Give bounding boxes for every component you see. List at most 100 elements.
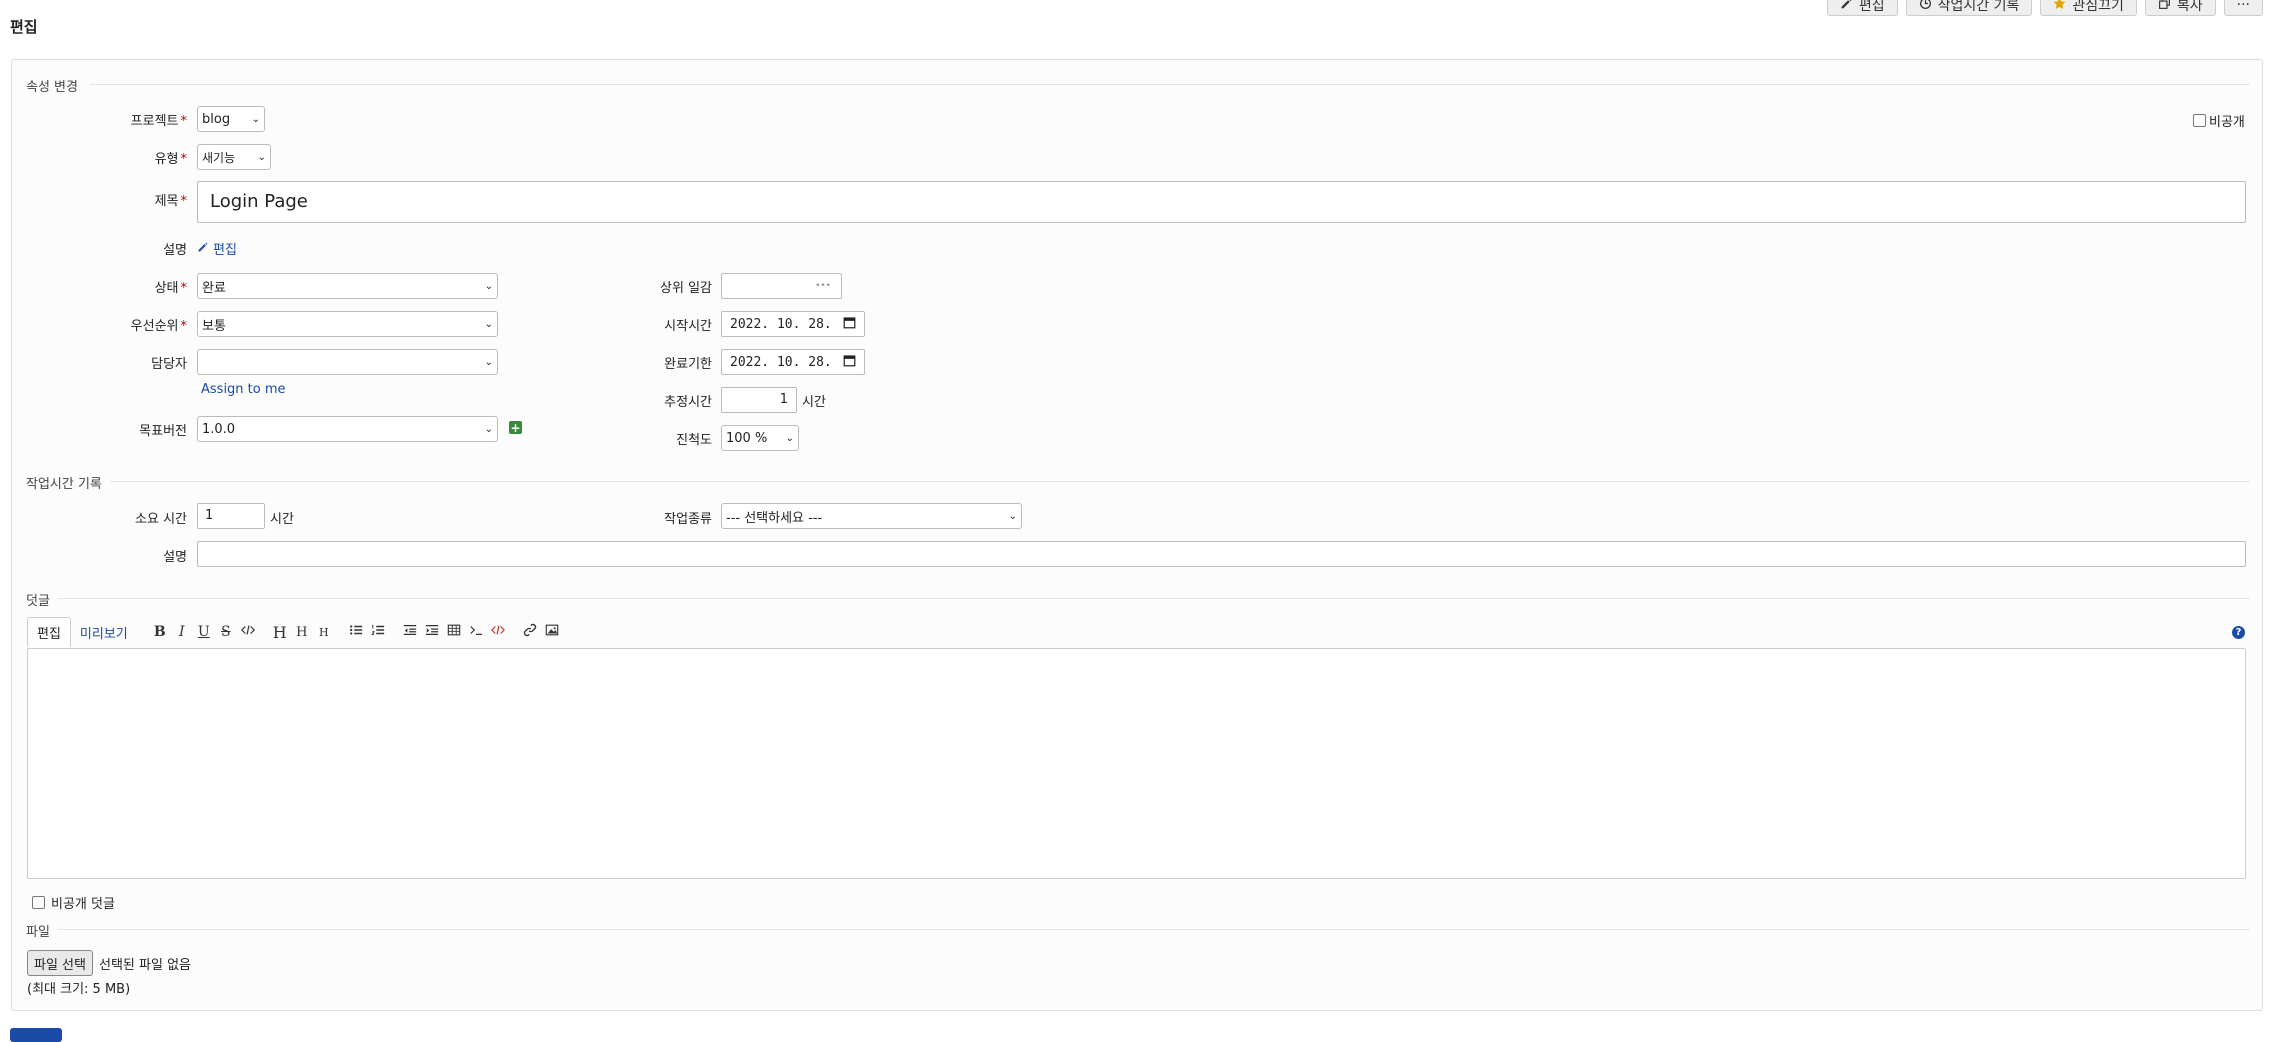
- start-date-input[interactable]: 2022. 10. 28.: [721, 311, 865, 337]
- strikethrough-button[interactable]: S: [215, 621, 237, 643]
- copy-icon: [2158, 0, 2171, 14]
- private-notes-toggle[interactable]: 비공개 덧글: [32, 893, 115, 912]
- description-label: 설명: [163, 243, 187, 258]
- max-size-text: (최대 크기: 5 MB): [27, 982, 131, 997]
- preformatted-button[interactable]: [465, 621, 487, 643]
- indent-icon: [425, 623, 439, 641]
- tab-edit[interactable]: 편집: [27, 617, 71, 647]
- inline-code-button[interactable]: [237, 621, 259, 643]
- terminal-icon: [469, 623, 483, 641]
- ordered-list-button[interactable]: [367, 621, 389, 643]
- estimated-time-unit: 시간: [802, 395, 826, 410]
- star-icon: [2053, 0, 2066, 14]
- estimated-time-label: 추정시간: [664, 395, 712, 410]
- spent-time-input[interactable]: 1: [197, 503, 265, 529]
- assign-to-me-link[interactable]: Assign to me: [201, 382, 286, 397]
- code-highlight-button[interactable]: [487, 621, 509, 643]
- chevron-down-icon: ⌄: [251, 113, 260, 125]
- subject-label: 제목 *: [154, 194, 187, 209]
- notes-legend: 덧글: [26, 594, 50, 609]
- chevron-down-icon: ⌄: [1008, 510, 1017, 522]
- parent-task-input[interactable]: •••: [721, 273, 842, 299]
- code-icon: [240, 623, 255, 641]
- private-toggle[interactable]: 비공개: [2193, 111, 2245, 130]
- chevron-down-icon: ⌄: [484, 318, 493, 330]
- table-button[interactable]: [443, 621, 465, 643]
- choose-file-button[interactable]: 파일 선택: [27, 950, 93, 976]
- section-divider: [58, 598, 2250, 599]
- image-icon: [545, 623, 559, 641]
- page-title: 편집: [10, 18, 38, 36]
- spent-time-unit: 시간: [270, 512, 294, 527]
- estimated-time-input[interactable]: 1: [721, 387, 797, 413]
- no-file-text: 선택된 파일 없음: [99, 958, 191, 973]
- done-ratio-select[interactable]: 100 % ⌄: [721, 425, 799, 451]
- unordered-list-button[interactable]: [345, 621, 367, 643]
- underline-button[interactable]: U: [193, 621, 215, 643]
- chevron-down-icon: ⌄: [484, 356, 493, 368]
- chevron-down-icon: ⌄: [484, 423, 493, 435]
- notes-textarea[interactable]: [27, 648, 2246, 879]
- pencil-icon: [197, 241, 209, 257]
- section-divider: [110, 481, 2250, 482]
- calendar-icon[interactable]: [843, 354, 856, 371]
- subject-input[interactable]: Login Page: [197, 181, 2246, 223]
- activity-label: 작업종류: [664, 512, 712, 527]
- context-menu: 편집 작업시간 기록 관심끄기 복사 ···: [1826, 0, 2263, 16]
- submit-button[interactable]: [10, 1028, 62, 1042]
- target-version-select[interactable]: 1.0.0 ⌄: [197, 416, 498, 442]
- italic-button[interactable]: I: [171, 621, 193, 643]
- project-label: 프로젝트 *: [130, 114, 187, 129]
- pencil-icon: [1840, 0, 1853, 14]
- heading1-button[interactable]: H: [269, 621, 291, 643]
- tab-preview[interactable]: 미리보기: [71, 617, 137, 647]
- private-notes-checkbox[interactable]: [32, 896, 45, 909]
- section-divider: [58, 929, 2250, 930]
- assignee-label: 담당자: [151, 357, 187, 372]
- private-checkbox[interactable]: [2193, 114, 2206, 127]
- numbered-list-icon: [371, 623, 385, 641]
- indent-left-button[interactable]: [399, 621, 421, 643]
- time-entry-legend: 작업시간 기록: [26, 477, 102, 492]
- activity-select[interactable]: --- 선택하세요 --- ⌄: [721, 503, 1022, 529]
- calendar-icon[interactable]: [843, 316, 856, 333]
- chevron-down-icon: ⌄: [785, 432, 794, 444]
- due-date-input[interactable]: 2022. 10. 28.: [721, 349, 865, 375]
- bold-button[interactable]: B: [149, 621, 171, 643]
- description-edit-link[interactable]: 편집: [197, 239, 237, 258]
- bullet-list-icon: [349, 623, 363, 641]
- edit-button[interactable]: 편집: [1826, 0, 1898, 16]
- table-icon: [447, 623, 461, 641]
- link-button[interactable]: [519, 621, 541, 643]
- unwatch-button[interactable]: 관심끄기: [2040, 0, 2137, 16]
- heading2-button[interactable]: H: [291, 621, 313, 643]
- status-select[interactable]: 완료 ⌄: [197, 273, 498, 299]
- spent-time-label: 소요 시간: [135, 512, 187, 527]
- heading3-button[interactable]: H: [313, 621, 335, 643]
- chevron-down-icon: ⌄: [257, 151, 266, 163]
- target-version-label: 목표버전: [139, 424, 187, 439]
- attributes-legend: 속성 변경: [26, 80, 78, 95]
- image-button[interactable]: [541, 621, 563, 643]
- time-comment-input[interactable]: [197, 541, 2246, 567]
- indent-right-button[interactable]: [421, 621, 443, 643]
- more-button[interactable]: ···: [2223, 0, 2263, 16]
- tracker-label: 유형 *: [154, 152, 187, 167]
- clock-icon: [1919, 0, 1932, 14]
- start-date-label: 시작시간: [664, 319, 712, 334]
- priority-label: 우선순위 *: [130, 319, 187, 334]
- done-ratio-label: 진척도: [676, 433, 712, 448]
- editor-toolbar: 편집 미리보기 B I U S H H H ?: [27, 617, 2249, 647]
- code-red-icon: [490, 623, 505, 641]
- time-comment-label: 설명: [163, 550, 187, 565]
- help-icon[interactable]: ?: [2232, 625, 2245, 639]
- tracker-select[interactable]: 새기능 ⌄: [197, 144, 271, 170]
- parent-task-label: 상위 일감: [660, 281, 712, 296]
- log-time-button[interactable]: 작업시간 기록: [1905, 0, 2033, 16]
- copy-button[interactable]: 복사: [2144, 0, 2216, 16]
- link-icon: [523, 623, 537, 641]
- assignee-select[interactable]: ⌄: [197, 349, 498, 375]
- chevron-down-icon: ⌄: [484, 280, 493, 292]
- priority-select[interactable]: 보통 ⌄: [197, 311, 498, 337]
- project-select[interactable]: blog ⌄: [197, 106, 265, 132]
